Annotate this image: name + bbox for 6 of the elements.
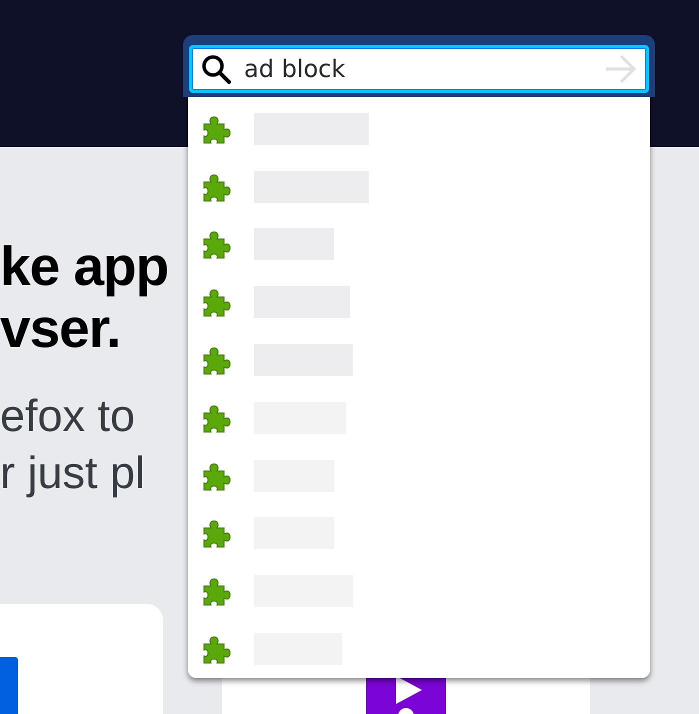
search-field[interactable]: ad block bbox=[189, 45, 649, 93]
hero-text: r just pl bbox=[0, 446, 146, 500]
hero-heading: vser. bbox=[0, 297, 122, 359]
search-input[interactable]: ad block bbox=[244, 55, 592, 83]
hero-heading: ke app bbox=[0, 235, 170, 297]
hero-text: efox to bbox=[0, 389, 136, 443]
